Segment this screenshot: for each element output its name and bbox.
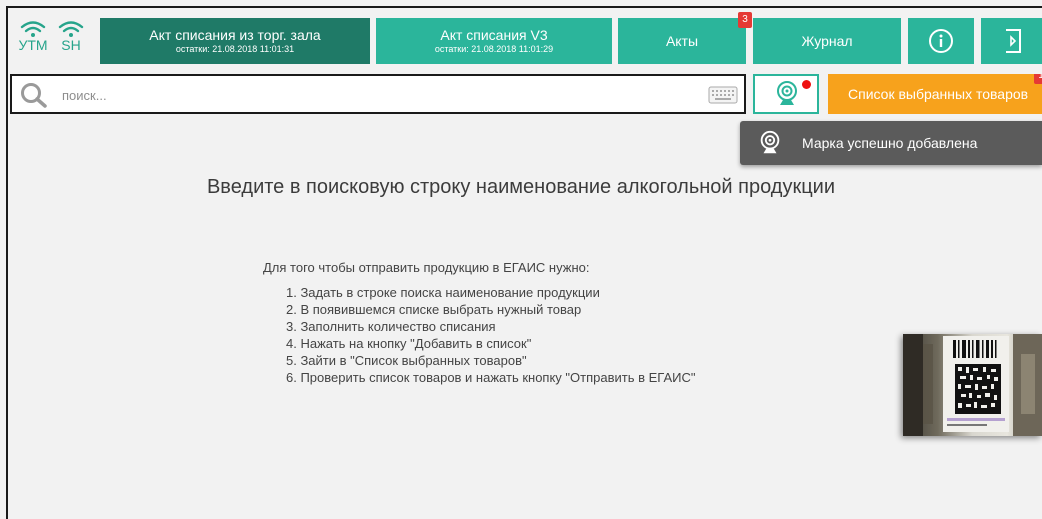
instruction-step: 1. Задать в строке поиска наименование п… bbox=[286, 285, 600, 300]
instruction-step: 5. Зайти в "Список выбранных товаров" bbox=[286, 353, 527, 368]
journal-button[interactable]: Журнал bbox=[753, 18, 901, 64]
scanner-camera-button[interactable] bbox=[753, 74, 819, 114]
selected-goods-count-badge: 1 bbox=[1034, 74, 1042, 84]
selected-goods-list-label: Список выбранных товаров bbox=[848, 86, 1029, 102]
barcode-photo bbox=[903, 334, 1042, 436]
wifi-icon bbox=[58, 21, 84, 37]
success-toast: Марка успешно добавлена bbox=[740, 121, 1042, 165]
acts-button[interactable]: Акты 3 bbox=[618, 12, 752, 64]
instructions-title: Для того чтобы отправить продукцию в ЕГА… bbox=[263, 260, 590, 275]
instruction-step: 2. В появившемся списке выбрать нужный т… bbox=[286, 302, 582, 317]
page-heading: Введите в поисковую строку наименование … bbox=[206, 176, 836, 198]
journal-label: Журнал bbox=[801, 33, 853, 49]
wifi-icon bbox=[20, 21, 46, 37]
search-bar[interactable]: поиск... bbox=[10, 74, 746, 114]
toast-message: Марка успешно добавлена bbox=[802, 135, 978, 151]
utm-label: УТМ bbox=[18, 37, 48, 53]
acts-label: Акты bbox=[665, 33, 699, 49]
writeoff-v3-subtitle: остатки: 21.08.2018 11:01:29 bbox=[434, 44, 554, 54]
writeoff-v3-title: Акт списания V3 bbox=[440, 27, 548, 43]
sh-status: SH bbox=[56, 20, 86, 52]
instruction-step: 4. Нажать на кнопку "Добавить в список" bbox=[286, 336, 532, 351]
utm-status: УТМ bbox=[18, 20, 48, 52]
info-button[interactable] bbox=[908, 18, 974, 64]
acts-count-badge: 3 bbox=[738, 12, 752, 28]
recording-indicator bbox=[802, 80, 811, 89]
keyboard-icon[interactable] bbox=[708, 86, 738, 104]
writeoff-trade-hall-title: Акт списания из торг. зала bbox=[149, 27, 321, 43]
exit-button[interactable] bbox=[981, 18, 1042, 64]
webcam-icon bbox=[777, 81, 797, 105]
webcam-icon bbox=[760, 130, 780, 154]
info-icon bbox=[929, 29, 953, 53]
exit-icon bbox=[1006, 29, 1021, 53]
instruction-step: 3. Заполнить количество списания bbox=[286, 319, 496, 334]
connection-status: УТМ SH bbox=[16, 20, 88, 72]
writeoff-v3-button[interactable]: Акт списания V3 остатки: 21.08.2018 11:0… bbox=[376, 18, 612, 64]
camera-preview bbox=[903, 334, 1042, 436]
instruction-step: 6. Проверить список товаров и нажать кно… bbox=[286, 370, 696, 385]
writeoff-trade-hall-button[interactable]: Акт списания из торг. зала остатки: 21.0… bbox=[100, 18, 370, 64]
instructions-list: 1. Задать в строке поиска наименование п… bbox=[286, 284, 695, 386]
search-icon bbox=[21, 83, 47, 108]
search-input[interactable]: поиск... bbox=[62, 88, 107, 103]
selected-goods-list-button[interactable]: Список выбранных товаров 1 bbox=[828, 74, 1042, 114]
writeoff-trade-hall-subtitle: остатки: 21.08.2018 11:01:31 bbox=[175, 44, 295, 54]
sh-label: SH bbox=[61, 37, 81, 53]
